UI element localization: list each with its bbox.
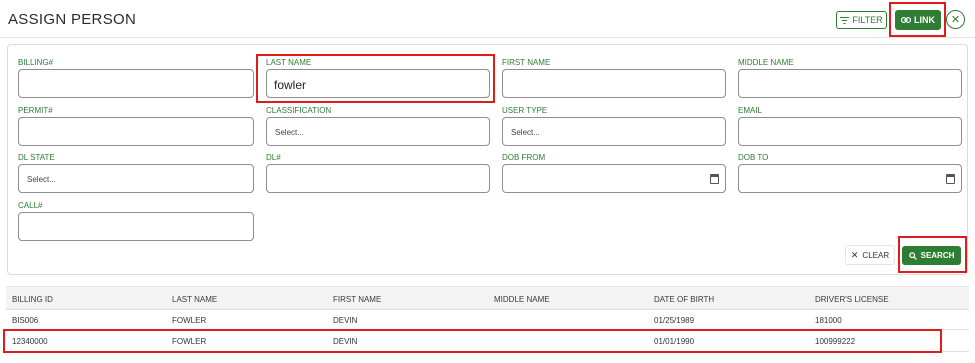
table-row[interactable]: 12340000 FOWLER DEVIN 01/01/1990 1009992…	[6, 331, 969, 352]
table-cell: 100999222	[815, 337, 856, 346]
column-header[interactable]: DATE OF BIRTH	[654, 295, 714, 304]
dialog-header: ASSIGN PERSON FILTER LINK ✕	[0, 0, 975, 38]
permit-label: PERMIT#	[18, 106, 53, 115]
last-name-label: LAST NAME	[266, 58, 312, 67]
table-cell: 12340000	[12, 337, 48, 346]
classification-label: CLASSIFICATION	[266, 106, 332, 115]
link-icon	[901, 17, 911, 23]
close-button[interactable]: ✕	[946, 10, 965, 29]
dob-to-label: DOB TO	[738, 153, 769, 162]
table-cell: DEVIN	[333, 316, 358, 325]
call-input[interactable]	[18, 212, 254, 241]
last-name-input[interactable]: fowler	[266, 69, 490, 98]
permit-input[interactable]	[18, 117, 254, 146]
dob-from-input[interactable]	[502, 164, 726, 193]
call-label: CALL#	[18, 201, 43, 210]
table-cell: DEVIN	[333, 337, 358, 346]
table-cell: BIS006	[12, 316, 39, 325]
dl-input[interactable]	[266, 164, 490, 193]
user-type-label: USER TYPE	[502, 106, 548, 115]
column-header[interactable]: MIDDLE NAME	[494, 295, 550, 304]
first-name-input[interactable]	[502, 69, 726, 98]
dl-state-select[interactable]: Select...	[18, 164, 254, 193]
page-title: ASSIGN PERSON	[8, 11, 137, 28]
dob-to-input[interactable]	[738, 164, 962, 193]
middle-name-label: MIDDLE NAME	[738, 58, 794, 67]
filter-button[interactable]: FILTER	[836, 11, 887, 29]
column-header[interactable]: FIRST NAME	[333, 295, 381, 304]
first-name-label: FIRST NAME	[502, 58, 551, 67]
column-header[interactable]: DRIVER'S LICENSE	[815, 295, 889, 304]
close-icon: ✕	[950, 14, 961, 26]
table-cell: 01/25/1989	[654, 316, 695, 325]
table-row[interactable]: BIS006 FOWLER DEVIN 01/25/1989 181000	[6, 311, 969, 330]
column-header[interactable]: LAST NAME	[172, 295, 217, 304]
filter-icon	[840, 16, 850, 24]
dob-from-label: DOB FROM	[502, 153, 546, 162]
email-input[interactable]	[738, 117, 962, 146]
filter-button-label: FILTER	[852, 15, 883, 25]
table-cell: 181000	[815, 316, 842, 325]
table-cell: FOWLER	[172, 316, 207, 325]
billing-label: BILLING#	[18, 58, 54, 67]
clear-button[interactable]: ✕ CLEAR	[845, 245, 895, 265]
table-cell: 01/01/1990	[654, 337, 695, 346]
middle-name-input[interactable]	[738, 69, 962, 98]
classification-select[interactable]: Select...	[266, 117, 490, 146]
user-type-select[interactable]: Select...	[502, 117, 726, 146]
table-header: BILLING ID LAST NAME FIRST NAME MIDDLE N…	[6, 286, 969, 310]
clear-button-label: CLEAR	[862, 250, 890, 260]
email-label: EMAIL	[738, 106, 763, 115]
calendar-icon[interactable]	[710, 174, 719, 184]
search-button-label: SEARCH	[920, 251, 955, 260]
close-icon: ✕	[850, 249, 859, 260]
search-icon	[908, 251, 917, 260]
search-button[interactable]: SEARCH	[902, 246, 961, 265]
link-button[interactable]: LINK	[895, 10, 941, 30]
dl-label: DL#	[266, 153, 281, 162]
table-cell: FOWLER	[172, 337, 207, 346]
link-button-label: LINK	[914, 15, 935, 25]
billing-input[interactable]	[18, 69, 254, 98]
dl-state-label: DL STATE	[18, 153, 55, 162]
calendar-icon[interactable]	[946, 174, 955, 184]
column-header[interactable]: BILLING ID	[12, 295, 53, 304]
